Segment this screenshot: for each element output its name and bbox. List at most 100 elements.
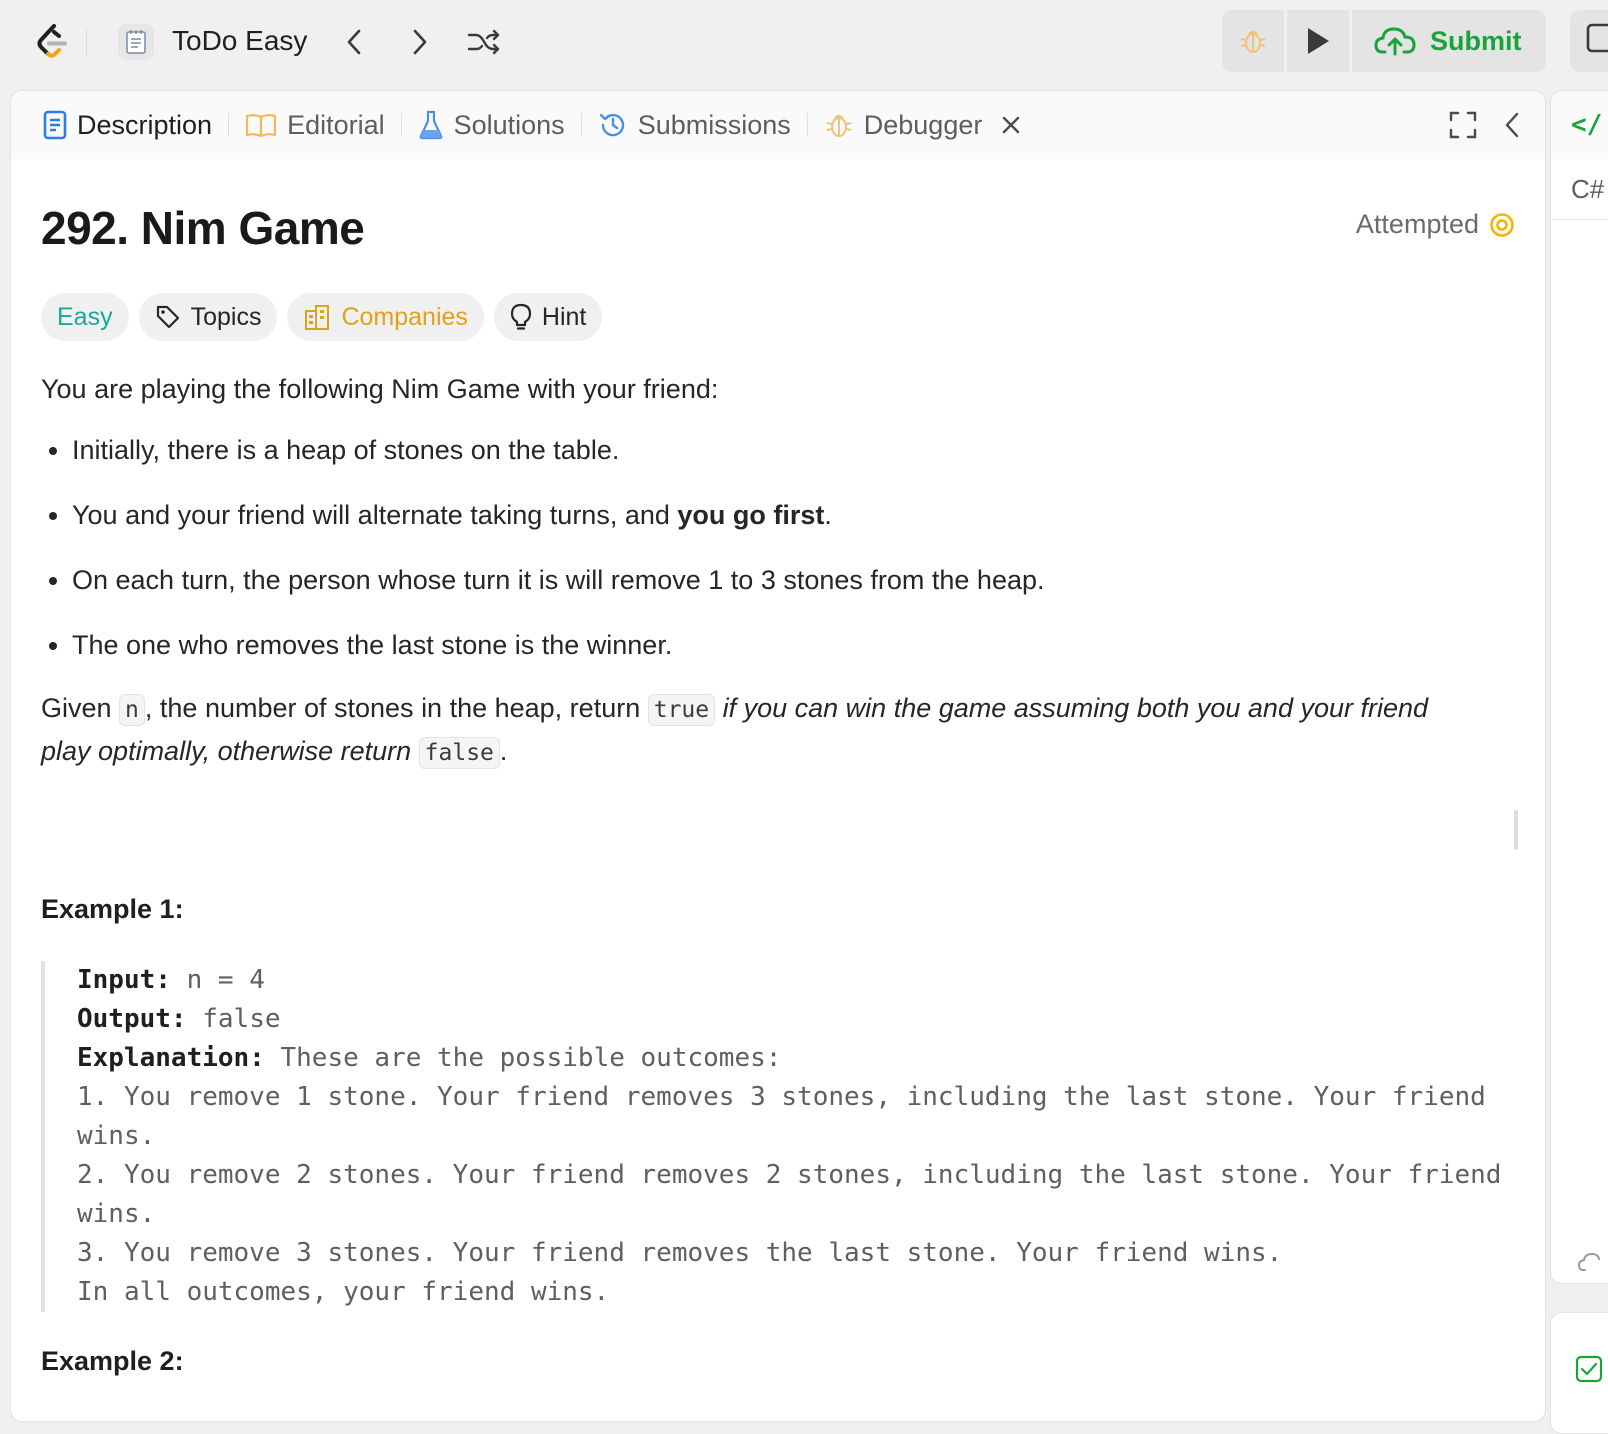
next-problem-button[interactable] — [400, 22, 440, 62]
random-problem-button[interactable] — [464, 22, 504, 62]
bug-icon — [826, 115, 851, 137]
task-text: . — [499, 736, 508, 766]
tag-icon — [156, 305, 179, 329]
status-label: Attempted — [1355, 209, 1479, 239]
checkbox-icon[interactable] — [1575, 1355, 1603, 1383]
list-item: The one who removes the last stone is th… — [72, 625, 1481, 666]
shuffle-icon — [467, 29, 500, 55]
tab-editorial-label: Editorial — [287, 109, 385, 140]
list-item: On each turn, the person whose turn it i… — [72, 560, 1481, 601]
attempted-status: Attempted — [1356, 209, 1515, 240]
attempted-icon — [1490, 212, 1514, 237]
topics-label: Topics — [190, 302, 262, 331]
code-tab[interactable]: </ — [1551, 91, 1608, 159]
panel-resize-handle[interactable] — [1514, 810, 1518, 850]
bug-icon — [1240, 31, 1266, 53]
tab-solutions[interactable]: Solutions — [410, 91, 573, 159]
description-task: Given n, the number of stones in the hea… — [41, 688, 1481, 774]
tab-divider — [400, 113, 402, 137]
flask-icon — [419, 110, 443, 140]
tab-submissions[interactable]: Submissions — [590, 91, 799, 159]
fullscreen-icon[interactable] — [1449, 111, 1477, 139]
leetcode-logo-icon[interactable] — [32, 22, 72, 62]
rules-list: Initially, there is a heap of stones on … — [41, 430, 1481, 666]
layout-button[interactable] — [1570, 10, 1608, 72]
close-icon[interactable] — [1000, 114, 1022, 136]
notepad-icon[interactable] — [118, 24, 154, 60]
prev-problem-button[interactable] — [334, 22, 374, 62]
problem-description: You are playing the following Nim Game w… — [41, 369, 1481, 774]
inline-code: n — [119, 694, 145, 726]
submit-button[interactable]: Submit — [1352, 10, 1546, 72]
companies-label: Companies — [341, 302, 468, 331]
divider — [86, 30, 87, 56]
code-icon: </ — [1571, 110, 1603, 140]
explanation-line: In all outcomes, your friend wins. — [77, 1277, 610, 1307]
code-panel: </ C# — [1550, 90, 1608, 1284]
explanation-value: These are the possible outcomes: — [264, 1043, 782, 1073]
tab-divider — [580, 113, 582, 137]
explanation-line: 1. You remove 1 stone. Your friend remov… — [77, 1082, 1502, 1151]
list-item: Initially, there is a heap of stones on … — [72, 430, 1481, 471]
explanation-line: 3. You remove 3 stones. Your friend remo… — [77, 1238, 1283, 1268]
tab-debugger-label: Debugger — [863, 109, 983, 140]
top-bar: ToDo Easy Submit — [0, 0, 1608, 84]
tab-debugger[interactable]: Debugger — [816, 91, 1031, 159]
book-icon — [245, 114, 277, 138]
difficulty-badge: Easy — [41, 293, 129, 341]
rule-text: You and your friend will alternate takin… — [72, 500, 678, 530]
hint-label: Hint — [541, 302, 587, 331]
explanation-line: 2. You remove 2 stones. Your friend remo… — [77, 1160, 1518, 1229]
lightbulb-icon — [510, 303, 532, 330]
language-selector[interactable]: C# — [1551, 159, 1608, 220]
tab-submissions-label: Submissions — [637, 109, 791, 140]
rule-emphasis: you go first — [677, 500, 825, 530]
hint-button[interactable]: Hint — [493, 293, 603, 341]
example-input: Input: n = 4 — [77, 961, 1517, 1000]
cloud-icon — [1577, 1252, 1600, 1271]
tab-divider — [806, 113, 808, 137]
task-text: , the number of stones in the heap, retu… — [144, 693, 648, 723]
problem-header: 292. Nim Game — [41, 201, 1511, 255]
submit-label: Submit — [1430, 25, 1522, 56]
example-1-block: Input: n = 4 Output: false Explanation: Th… — [41, 961, 1517, 1312]
problem-list-title[interactable]: ToDo Easy — [172, 25, 307, 57]
companies-button[interactable]: Companies — [287, 293, 484, 341]
description-panel: Description Editorial Solutions Submissi… — [10, 90, 1546, 1422]
layout-icon — [1586, 23, 1608, 53]
task-text: Given — [41, 693, 120, 723]
tab-solutions-label: Solutions — [453, 109, 565, 140]
tab-bar: Description Editorial Solutions Submissi… — [11, 91, 1545, 159]
problem-title: 292. Nim Game — [41, 202, 365, 254]
chevron-left-icon — [347, 29, 361, 55]
history-icon — [599, 113, 624, 137]
output-label: Output: — [77, 1004, 187, 1034]
description-intro: You are playing the following Nim Game w… — [41, 374, 719, 404]
list-item: You and your friend will alternate takin… — [72, 495, 1481, 536]
testcase-panel — [1550, 1312, 1608, 1434]
chevron-right-icon — [413, 29, 427, 55]
difficulty-label: Easy — [57, 302, 113, 331]
building-icon — [305, 305, 330, 330]
play-icon — [1308, 28, 1329, 54]
rule-end: . — [824, 500, 832, 530]
input-label: Input: — [77, 965, 171, 995]
run-button[interactable] — [1287, 10, 1349, 72]
debug-button[interactable] — [1222, 10, 1284, 72]
run-actions-group: Submit — [1222, 10, 1546, 72]
cloud-upload-icon — [1374, 27, 1416, 56]
document-icon — [43, 110, 67, 140]
topics-button[interactable]: Topics — [138, 293, 278, 341]
example-2-title: Example 2: — [41, 1346, 184, 1376]
tab-editorial[interactable]: Editorial — [237, 91, 393, 159]
inline-code: false — [418, 737, 500, 769]
tab-description-label: Description — [77, 109, 213, 140]
example-output: Output: false — [77, 1000, 1517, 1039]
example-explanation: Explanation: These are the possible outc… — [77, 1039, 1517, 1078]
example-1-title: Example 1: — [41, 894, 184, 924]
collapse-panel-icon[interactable] — [1503, 111, 1521, 139]
tab-divider — [228, 113, 230, 137]
tab-bar-actions — [1449, 91, 1521, 159]
tab-description[interactable]: Description — [35, 91, 220, 159]
explanation-label: Explanation: — [77, 1043, 265, 1073]
